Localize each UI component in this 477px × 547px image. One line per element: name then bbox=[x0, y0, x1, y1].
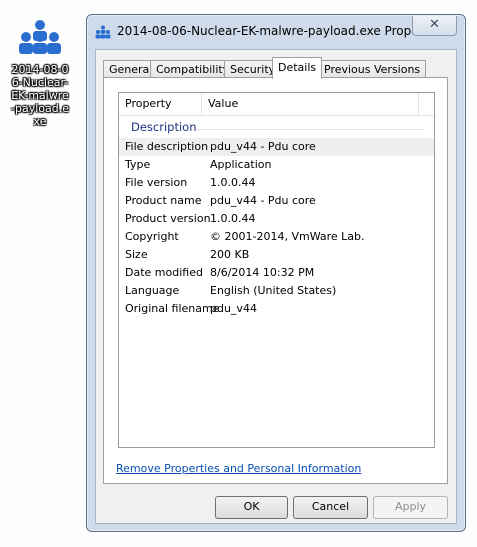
close-button[interactable]: ✕ bbox=[412, 16, 457, 36]
users-group-icon bbox=[95, 25, 111, 39]
table-row[interactable]: Language English (United States) bbox=[119, 282, 434, 300]
property-value: 8/6/2014 10:32 PM bbox=[210, 266, 315, 279]
property-value: English (United States) bbox=[210, 284, 337, 297]
window-title: 2014-08-06-Nuclear-EK-malwre-payload.exe… bbox=[117, 24, 413, 38]
property-name: File version bbox=[125, 176, 188, 189]
table-row[interactable]: File description pdu_v44 - Pdu core bbox=[119, 138, 434, 156]
table-row[interactable]: Size 200 KB bbox=[119, 246, 434, 264]
title-bar[interactable]: 2014-08-06-Nuclear-EK-malwre-payload.exe… bbox=[87, 15, 465, 49]
property-value: pdu_v44 - Pdu core bbox=[210, 140, 316, 153]
group-divider bbox=[197, 129, 424, 130]
property-name: File description bbox=[125, 140, 209, 153]
property-name: Copyright bbox=[125, 230, 179, 243]
close-icon: ✕ bbox=[429, 17, 440, 32]
property-value: 1.0.0.44 bbox=[210, 176, 256, 189]
property-value: 200 KB bbox=[210, 248, 250, 261]
column-header-property[interactable]: Property bbox=[119, 93, 202, 115]
ok-button[interactable]: OK bbox=[215, 496, 288, 519]
property-value: © 2001-2014, VmWare Lab. bbox=[210, 230, 365, 243]
table-row[interactable]: Copyright © 2001-2014, VmWare Lab. bbox=[119, 228, 434, 246]
property-value: pdu_v44 bbox=[210, 302, 257, 315]
column-header-value[interactable]: Value bbox=[202, 93, 419, 115]
desktop-file-label: 2014-08-06-Nuclear-EK-malwre-payload.exe bbox=[11, 63, 69, 128]
table-row[interactable]: Original filename pdu_v44 bbox=[119, 300, 434, 318]
remove-properties-link[interactable]: Remove Properties and Personal Informati… bbox=[116, 462, 361, 475]
property-name: Type bbox=[125, 158, 151, 171]
property-name: Product name bbox=[125, 194, 202, 207]
table-row[interactable]: File version 1.0.0.44 bbox=[119, 174, 434, 192]
property-name: Original filename bbox=[125, 302, 220, 315]
properties-window: 2014-08-06-Nuclear-EK-malwre-payload.exe… bbox=[86, 14, 466, 532]
dialog-client: General Compatibility Security Details P… bbox=[95, 49, 457, 524]
property-value: Application bbox=[210, 158, 272, 171]
property-rows: File description pdu_v44 - Pdu core Type A… bbox=[119, 138, 434, 318]
cancel-button[interactable]: Cancel bbox=[293, 496, 368, 519]
apply-button[interactable]: Apply bbox=[373, 496, 448, 519]
tab-details[interactable]: Details bbox=[272, 57, 323, 79]
desktop-file-icon[interactable]: 2014-08-06-Nuclear-EK-malwre-payload.exe bbox=[2, 18, 78, 128]
property-value: pdu_v44 - Pdu core bbox=[210, 194, 316, 207]
tab-compatibility[interactable]: Compatibility bbox=[150, 60, 236, 78]
tab-previous-versions[interactable]: Previous Versions bbox=[318, 60, 427, 78]
group-header-description: Description bbox=[119, 120, 434, 136]
property-value: 1.0.0.44 bbox=[210, 212, 256, 225]
users-group-icon bbox=[19, 20, 61, 54]
property-name: Date modified bbox=[125, 266, 203, 279]
property-name: Size bbox=[125, 248, 148, 261]
table-row[interactable]: Product name pdu_v44 - Pdu core bbox=[119, 192, 434, 210]
group-label: Description bbox=[131, 120, 197, 134]
property-name: Language bbox=[125, 284, 180, 297]
properties-list[interactable]: Property Value Description File descript… bbox=[118, 92, 435, 448]
table-row[interactable]: Type Application bbox=[119, 156, 434, 174]
list-header: Property Value bbox=[119, 93, 434, 116]
details-panel: Property Value Description File descript… bbox=[103, 77, 448, 484]
table-row[interactable]: Date modified 8/6/2014 10:32 PM bbox=[119, 264, 434, 282]
table-row[interactable]: Product version 1.0.0.44 bbox=[119, 210, 434, 228]
property-name: Product version bbox=[125, 212, 211, 225]
